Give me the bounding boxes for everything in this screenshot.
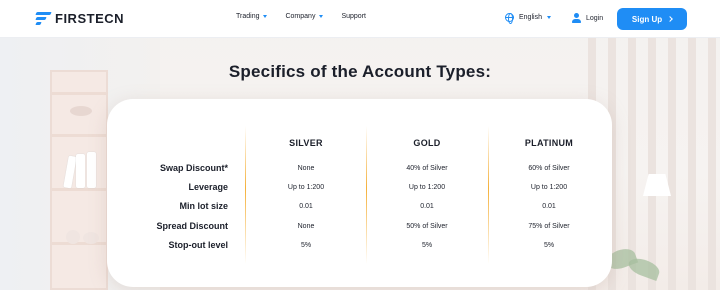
row-label-min-lot-size: Min lot size [179,201,228,211]
nav-item-support[interactable]: Support [341,13,366,20]
table-cell: None [297,165,315,172]
chevron-down-icon [546,16,551,19]
logo-icon [35,12,52,25]
column-header-gold: GOLD [413,138,441,148]
column-header-silver: SILVER [289,138,323,148]
table-cell: 50% of Silver [406,223,448,230]
table-cell: 0.01 [542,203,556,210]
main-nav: Trading Company Support [236,13,366,20]
table-cell: None [297,223,315,230]
row-label-spread-discount: Spread Discount [156,221,228,231]
column-divider [488,126,489,264]
decorative-shelf [50,70,108,290]
column-header-platinum: PLATINUM [524,138,574,148]
table-cell: Up to 1:200 [408,184,446,191]
table-cell: 5% [300,242,312,249]
account-types-card [107,99,612,287]
table-cell: 75% of Silver [528,223,570,230]
section-title: Specifics of the Account Types: [228,62,492,81]
table-cell: Up to 1:200 [287,184,325,191]
row-label-stop-out-level: Stop-out level [168,240,228,250]
nav-item-trading[interactable]: Trading [236,13,268,20]
chevron-down-icon [319,15,324,18]
signup-button[interactable]: Sign Up [617,8,687,30]
column-divider [366,126,367,264]
user-icon [572,13,581,23]
column-divider [245,126,246,264]
row-label-swap-discount: Swap Discount* [159,163,228,173]
login-link[interactable]: Login [572,13,603,23]
table-cell: 60% of Silver [528,165,570,172]
table-cell: Up to 1:200 [530,184,568,191]
language-selector[interactable]: English [505,13,551,24]
table-cell: 5% [421,242,433,249]
top-navbar: FIRSTECN Trading Company Support English… [0,0,720,38]
chevron-down-icon [263,15,268,18]
table-cell: 5% [543,242,555,249]
brand-name: FIRSTECN [55,11,125,26]
row-label-leverage: Leverage [188,182,228,192]
nav-item-company[interactable]: Company [285,13,324,20]
table-cell: 0.01 [420,203,434,210]
table-cell: 0.01 [299,203,313,210]
chevron-right-icon [667,16,673,22]
table-cell: 40% of Silver [406,165,448,172]
globe-icon [505,13,514,24]
brand-logo[interactable]: FIRSTECN [35,11,125,26]
